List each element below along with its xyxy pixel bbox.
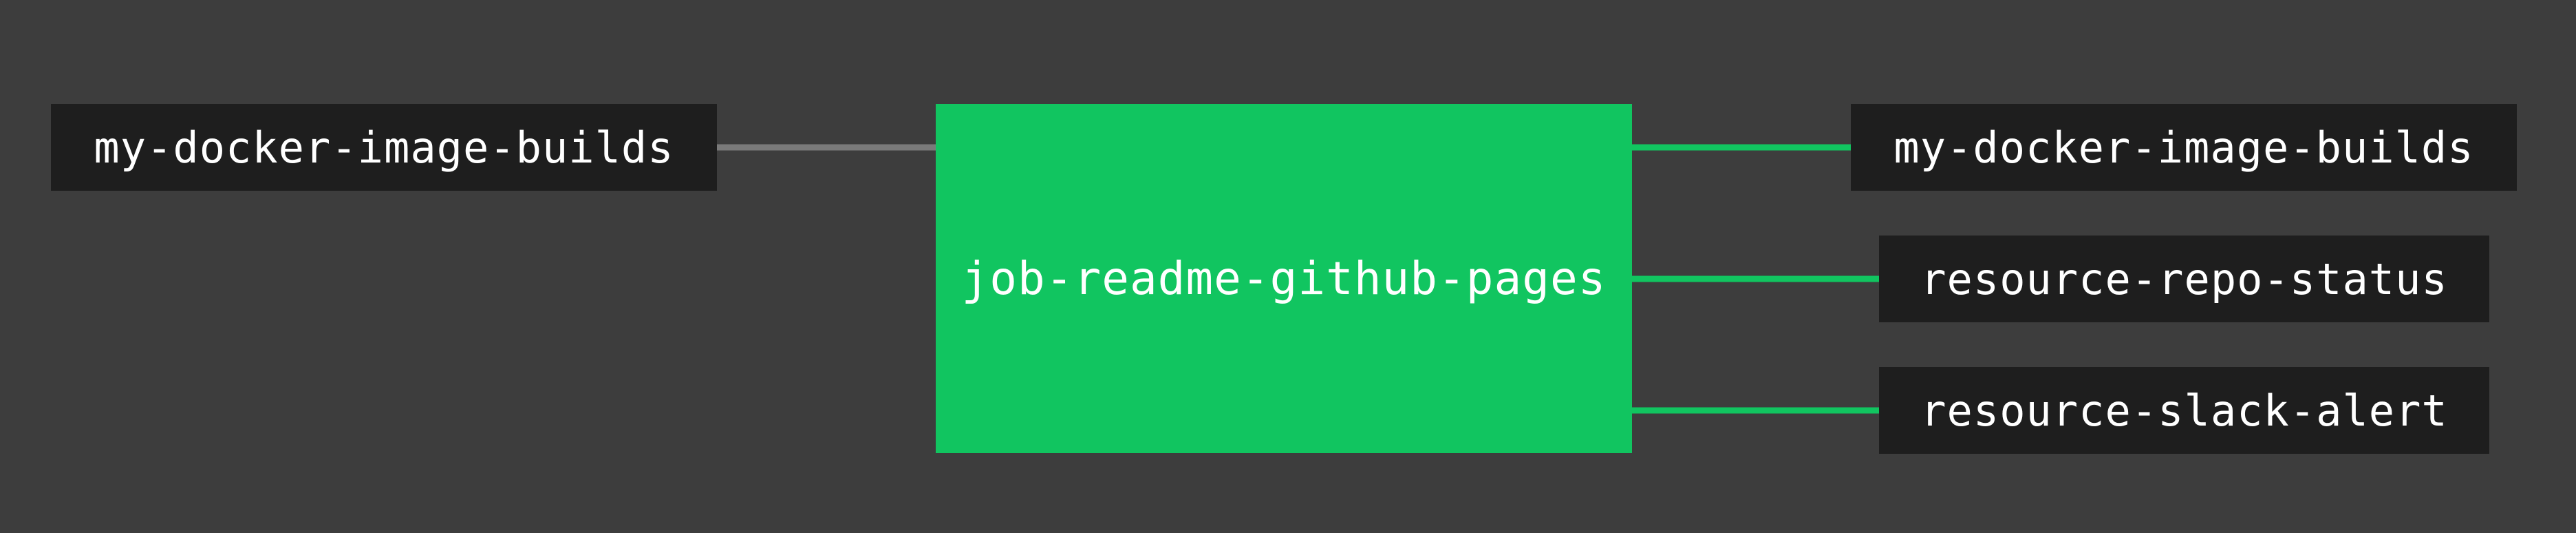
job-node[interactable]: job-readme-github-pages <box>936 104 1632 453</box>
output-resource-repo-status[interactable]: resource-repo-status <box>1879 236 2489 322</box>
resource-label: my-docker-image-builds <box>94 122 674 173</box>
output-resource-my-docker-image-builds[interactable]: my-docker-image-builds <box>1851 104 2517 191</box>
job-label: job-readme-github-pages <box>961 252 1607 305</box>
pipeline-canvas: my-docker-image-builds job-readme-github… <box>0 0 2576 533</box>
resource-label: resource-slack-alert <box>1920 385 2448 436</box>
output-resource-slack-alert[interactable]: resource-slack-alert <box>1879 367 2489 454</box>
resource-label: my-docker-image-builds <box>1893 122 2474 173</box>
input-resource-my-docker-image-builds[interactable]: my-docker-image-builds <box>51 104 717 191</box>
resource-label: resource-repo-status <box>1920 253 2448 304</box>
